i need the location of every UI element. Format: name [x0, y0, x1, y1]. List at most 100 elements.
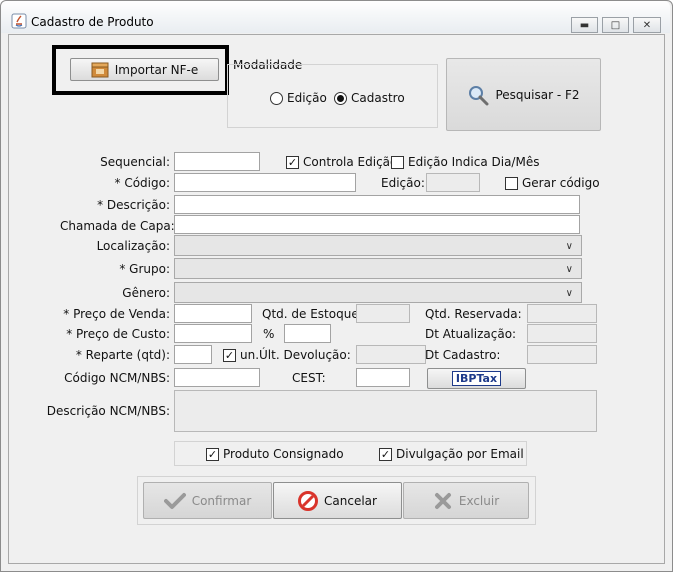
edicao-indica-checkbox[interactable]: Edição Indica Dia/Mês: [391, 155, 539, 169]
grupo-label: * Grupo:: [60, 262, 170, 276]
radio-cadastro-indicator[interactable]: [334, 91, 347, 105]
localizacao-select[interactable]: ∨: [174, 235, 582, 256]
descricao-label-text: Descrição:: [106, 198, 170, 212]
dt-atualizacao-label: Dt Atualização:: [425, 327, 517, 341]
ncm-label: Código NCM/NBS:: [64, 371, 170, 385]
localizacao-label: Localização:: [96, 239, 170, 253]
grupo-label-text: Grupo:: [129, 262, 170, 276]
excluir-label: Excluir: [458, 493, 500, 508]
chevron-down-icon: ∨: [565, 288, 573, 299]
required-mark: *: [63, 307, 70, 321]
java-app-icon: [11, 13, 27, 29]
ibptax-label: IBPTax: [455, 372, 498, 385]
cancelar-label: Cancelar: [324, 493, 377, 508]
preco-venda-input[interactable]: [174, 304, 252, 323]
qtd-reservada-label: Qtd. Reservada:: [425, 307, 522, 321]
close-button[interactable]: ✕: [633, 17, 661, 33]
required-mark: *: [114, 176, 121, 190]
chamada-capa-label: Chamada de Capa:: [60, 219, 175, 233]
preco-venda-label: * Preço de Venda:: [60, 307, 170, 321]
chevron-down-icon: ∨: [565, 264, 573, 275]
un-label: un.: [240, 348, 260, 362]
divulgacao-email-check-icon[interactable]: ✓: [379, 447, 392, 461]
reparte-input[interactable]: [174, 345, 212, 364]
import-nfe-label: Importar NF-e: [114, 62, 199, 77]
produto-consignado-label: Produto Consignado: [223, 447, 344, 461]
codigo-input[interactable]: [174, 173, 356, 192]
reparte-label-text: Reparte (qtd):: [85, 348, 170, 362]
delete-x-icon: [434, 492, 451, 509]
required-mark: *: [66, 327, 73, 341]
preco-custo-label-text: Preço de Custo:: [76, 327, 170, 341]
percent-input[interactable]: [284, 324, 331, 343]
gerar-codigo-checkbox[interactable]: Gerar código: [505, 176, 600, 190]
chevron-down-icon: ∨: [565, 241, 573, 252]
dt-cadastro-label: Dt Cadastro:: [425, 348, 501, 362]
required-mark: *: [97, 198, 104, 212]
sequencial-input[interactable]: [174, 152, 260, 171]
radio-edicao-indicator[interactable]: [270, 91, 283, 105]
codigo-label: * Código:: [60, 176, 170, 190]
search-button[interactable]: Pesquisar - F2: [446, 58, 601, 131]
cest-label: CEST:: [292, 371, 326, 385]
genero-select[interactable]: ∨: [174, 282, 582, 303]
reparte-label: * Reparte (qtd):: [60, 348, 170, 362]
modalidade-group: [227, 64, 438, 128]
edicao-indica-box[interactable]: [391, 155, 404, 169]
sequencial-label: Sequencial:: [100, 155, 170, 169]
preco-custo-input[interactable]: [174, 324, 252, 343]
dt-cadastro-field: [527, 345, 597, 364]
required-mark: *: [119, 262, 126, 276]
excluir-button[interactable]: Excluir: [403, 482, 529, 519]
produto-consignado-checkbox[interactable]: ✓ Produto Consignado: [206, 447, 344, 461]
un-checkbox[interactable]: ✓ un.: [223, 348, 259, 362]
window-title: Cadastro de Produto: [31, 15, 154, 29]
qtd-estoque-field: [356, 304, 410, 323]
ibptax-logo-icon: IBPTax: [451, 371, 502, 386]
import-nfe-button[interactable]: Importar NF-e: [70, 58, 219, 81]
descricao-label: * Descrição:: [60, 198, 170, 212]
confirmar-button[interactable]: Confirmar: [143, 482, 272, 519]
controla-edicao-checkbox[interactable]: ✓ Controla Edição: [286, 155, 397, 169]
confirmar-label: Confirmar: [191, 493, 252, 508]
descricao-input[interactable]: [174, 195, 580, 214]
ult-devolucao-field: [356, 345, 426, 364]
divulgacao-email-checkbox[interactable]: ✓ Divulgação por Email: [379, 447, 524, 461]
maximize-icon: □: [610, 19, 621, 31]
box-icon: [91, 62, 109, 77]
cancel-icon: [298, 490, 319, 511]
desc-ncm-label: Descrição NCM/NBS:: [46, 404, 170, 418]
radio-edicao-label: Edição: [287, 91, 327, 105]
preco-custo-label: * Preço de Custo:: [60, 327, 170, 341]
produto-consignado-check-icon[interactable]: ✓: [206, 447, 219, 461]
genero-label: Gênero:: [122, 286, 170, 300]
qtd-estoque-label: Qtd. de Estoque:: [262, 307, 363, 321]
divulgacao-email-label: Divulgação por Email: [396, 447, 524, 461]
percent-label: %: [263, 327, 275, 341]
minimize-button[interactable]: ▬: [571, 17, 598, 33]
ibptax-button[interactable]: IBPTax: [427, 368, 526, 389]
qtd-reservada-field: [527, 304, 597, 323]
close-icon: ✕: [642, 19, 652, 31]
ult-devolucao-label: Últ. Devolução:: [259, 348, 351, 362]
desc-ncm-field: [174, 390, 597, 432]
preco-venda-label-text: Preço de Venda:: [73, 307, 170, 321]
controla-edicao-check-icon[interactable]: ✓: [286, 155, 299, 169]
edicao-indica-label: Edição Indica Dia/Mês: [408, 155, 540, 169]
chamada-capa-input[interactable]: [174, 215, 580, 234]
cest-input[interactable]: [356, 368, 410, 387]
maximize-button[interactable]: □: [602, 17, 629, 33]
radio-edicao[interactable]: Edição: [270, 91, 327, 105]
ncm-input[interactable]: [174, 368, 260, 387]
required-mark: *: [75, 348, 82, 362]
grupo-select[interactable]: ∨: [174, 258, 582, 279]
checkmark-icon: [163, 492, 186, 509]
cancelar-button[interactable]: Cancelar: [273, 482, 402, 519]
codigo-label-text: Código:: [124, 176, 170, 190]
radio-cadastro[interactable]: Cadastro: [334, 91, 405, 105]
gerar-codigo-box[interactable]: [505, 176, 518, 190]
un-check-icon[interactable]: ✓: [223, 348, 236, 362]
edicao-label: Edição:: [381, 176, 425, 190]
radio-cadastro-label: Cadastro: [351, 91, 405, 105]
search-label: Pesquisar - F2: [495, 87, 580, 102]
